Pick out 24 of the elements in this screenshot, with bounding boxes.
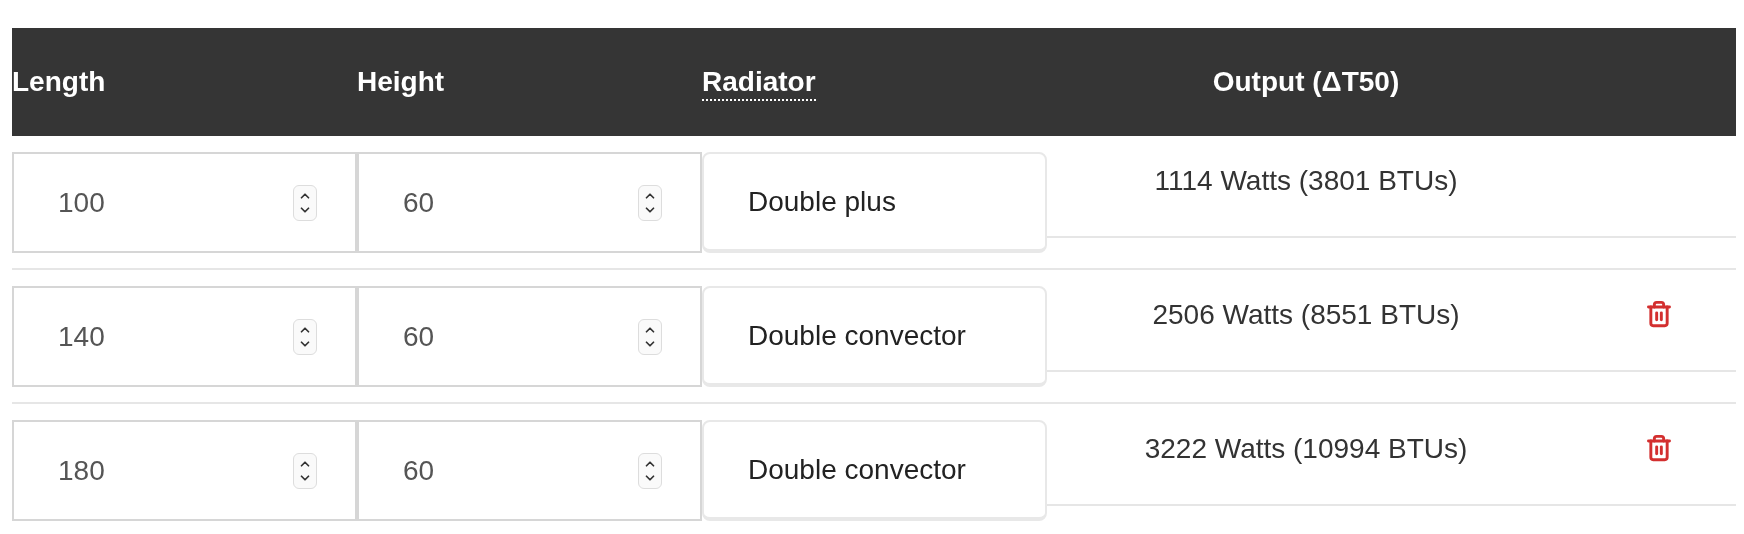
length-field[interactable]: 100 [12,152,357,253]
delete-icon[interactable] [1645,300,1673,328]
spinner-icon[interactable] [638,452,662,489]
radiator-select[interactable]: Double convector [702,420,1047,521]
spinner-icon[interactable] [293,184,317,221]
spinner-icon[interactable] [638,318,662,355]
column-header: Radiator [702,66,816,101]
delete-icon[interactable] [1645,434,1673,462]
column-header: Length [12,66,106,97]
radiator-select[interactable]: Double plus [702,152,1047,253]
spinner-icon[interactable] [293,452,317,489]
height-field[interactable]: 60 [357,420,702,521]
output-text: 3222 Watts (10994 BTUs) [1144,433,1468,464]
height-field[interactable]: 60 [357,152,702,253]
height-field[interactable]: 60 [357,286,702,387]
length-field[interactable]: 180 [12,420,357,521]
output-text: 1114 Watts (3801 BTUs) [1154,165,1458,196]
output-text: 2506 Watts (8551 BTUs) [1152,299,1460,330]
radiator-select[interactable]: Double convector [702,286,1047,387]
spinner-icon[interactable] [638,184,662,221]
column-header: Output (ΔT50) [1212,66,1400,97]
column-header: Height [357,66,445,97]
length-field[interactable]: 140 [12,286,357,387]
spinner-icon[interactable] [293,318,317,355]
